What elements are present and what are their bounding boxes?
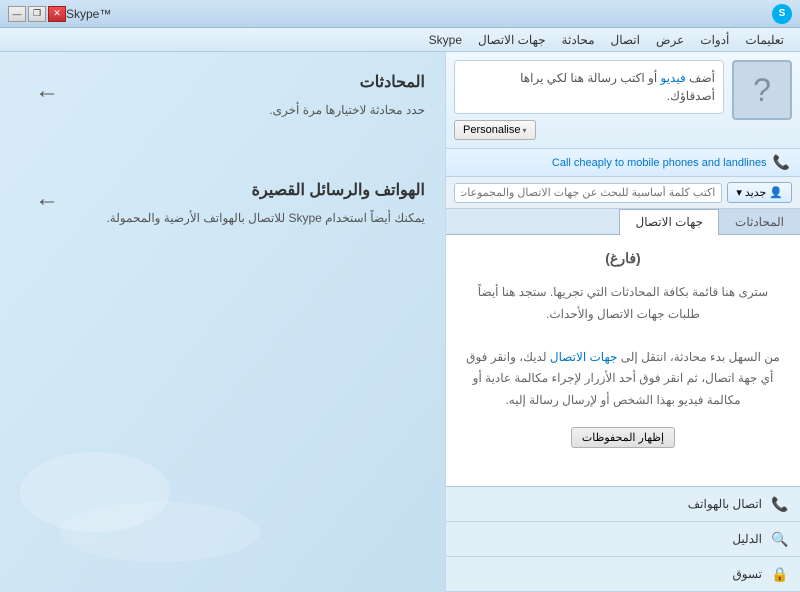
contacts-link[interactable]: جهات الاتصال (550, 350, 618, 364)
arrow-conversations: ← (35, 77, 59, 105)
nav-item-directory[interactable]: 🔍 الدليل (446, 522, 800, 557)
info-desc-phones: يمكنك أيضاً استخدام Skype للاتصال بالهوا… (59, 208, 425, 228)
tab-contacts[interactable]: جهات الاتصال (619, 209, 719, 235)
nav-item-shop[interactable]: 🔒 تسوق (446, 557, 800, 592)
new-btn-arrow: ▾ (736, 186, 742, 199)
empty-description: ستری هنا قائمة بكافة المحادثات التي تجري… (461, 282, 785, 412)
nav-label-shop: تسوق (456, 567, 762, 581)
call-cheaply-text[interactable]: Call cheaply to mobile phones and landli… (552, 157, 767, 169)
app-logo: S (772, 4, 792, 24)
menu-help[interactable]: تعليمات (737, 31, 792, 49)
nav-label-directory: الدليل (456, 532, 762, 546)
profile-area: ? أضف فيديو أو اكتب رسالة هنا لكي يراها … (446, 52, 800, 149)
info-title-phones: الهواتف والرسائل القصيرة (59, 180, 425, 200)
avatar-placeholder: ? (753, 72, 771, 109)
message-text-1: أضف (689, 71, 715, 85)
new-button[interactable]: 👤 جديد ▾ (727, 182, 792, 203)
minimise-button[interactable]: — (8, 6, 26, 22)
info-section-conversations: المحادثات حدد محادثة لاختيارها مرة أخرى.… (20, 72, 425, 120)
empty-desc-6: مكالمة فيديو بهذا الشخص أو لإرسال رسالة … (505, 393, 740, 407)
search-row: 👤 جديد ▾ (446, 177, 800, 209)
menu-bar: تعليمات أدوات عرض اتصال محادثة جهات الات… (0, 28, 800, 52)
search-nav-icon: 🔍 (770, 529, 790, 549)
info-section-phones: الهواتف والرسائل القصيرة يمكنك أيضاً است… (20, 180, 425, 228)
empty-title: (فارغ) (461, 250, 785, 267)
conversations-panel: (فارغ) ستری هنا قائمة بكافة المحادثات ال… (446, 235, 800, 486)
title-bar-text: Skype™ (66, 7, 766, 21)
window-controls: — ❐ ✕ (8, 6, 66, 22)
close-button[interactable]: ✕ (48, 6, 66, 22)
main-container: ? أضف فيديو أو اكتب رسالة هنا لكي يراها … (0, 52, 800, 592)
personalise-button[interactable]: Personalise ▾ (454, 120, 536, 140)
menu-conversation[interactable]: محادثة (554, 31, 603, 49)
bottom-nav: 📞 اتصال بالهواتف 🔍 الدليل 🔒 تسوق (446, 486, 800, 592)
empty-desc-1: ستری هنا قائمة بكافة المحادثات التي تجري… (478, 285, 768, 299)
info-content-conversations: المحادثات حدد محادثة لاختيارها مرة أخرى. (59, 72, 425, 120)
arrow-phones: ← (35, 185, 59, 213)
tab-conversations[interactable]: المحادثات (719, 209, 800, 234)
info-desc-conversations: حدد محادثة لاختيارها مرة أخرى. (59, 100, 425, 120)
restore-button[interactable]: ❐ (28, 6, 46, 22)
menu-skype[interactable]: Skype (421, 31, 470, 49)
phone-nav-icon: 📞 (770, 494, 790, 514)
info-title-conversations: المحادثات (59, 72, 425, 92)
call-cheaply-bar[interactable]: 📞 Call cheaply to mobile phones and land… (446, 149, 800, 177)
menu-tools[interactable]: أدوات (692, 31, 737, 49)
empty-desc-5: أي جهة اتصال، ثم انقر فوق أحد الأزرار لإ… (473, 371, 774, 385)
menu-view[interactable]: عرض (648, 31, 692, 49)
avatar: ? (732, 60, 792, 120)
show-archived-row: إظهار المحفوظات (461, 427, 785, 448)
cloud-decoration-2 (60, 502, 260, 562)
nav-label-phone: اتصال بالهواتف (456, 497, 762, 511)
person-icon: 👤 (769, 186, 783, 199)
message-text-2: أو اكتب رسالة هنا لكي يراها (520, 71, 657, 85)
video-link[interactable]: فيديو (661, 71, 686, 85)
empty-desc-3: من السهل بدء محادثة، انتقل إلى (621, 350, 780, 364)
empty-desc-4: لديك، وانقر فوق (466, 350, 546, 364)
menu-call[interactable]: اتصال (603, 31, 648, 49)
right-panel: المحادثات حدد محادثة لاختيارها مرة أخرى.… (0, 52, 445, 592)
personalise-btn-row: Personalise ▾ (454, 120, 724, 140)
personalise-dropdown-arrow: ▾ (522, 126, 526, 135)
shop-nav-icon: 🔒 (770, 564, 790, 584)
search-input[interactable] (454, 183, 722, 203)
tabs-row: المحادثات جهات الاتصال (446, 209, 800, 235)
empty-desc-2: طلبات جهات الاتصال والأحداث. (546, 307, 700, 321)
show-archived-button[interactable]: إظهار المحفوظات (571, 427, 675, 448)
phone-icon: 📞 (773, 154, 790, 171)
profile-message: أضف فيديو أو اكتب رسالة هنا لكي يراها أص… (454, 60, 724, 114)
title-bar: S Skype™ — ❐ ✕ (0, 0, 800, 28)
message-text-3: أصدقاؤك. (667, 89, 715, 103)
nav-item-phone[interactable]: 📞 اتصال بالهواتف (446, 487, 800, 522)
info-content-phones: الهواتف والرسائل القصيرة يمكنك أيضاً است… (59, 180, 425, 228)
profile-right: أضف فيديو أو اكتب رسالة هنا لكي يراها أص… (454, 60, 724, 140)
left-panel: ? أضف فيديو أو اكتب رسالة هنا لكي يراها … (445, 52, 800, 592)
menu-contacts[interactable]: جهات الاتصال (470, 31, 554, 49)
